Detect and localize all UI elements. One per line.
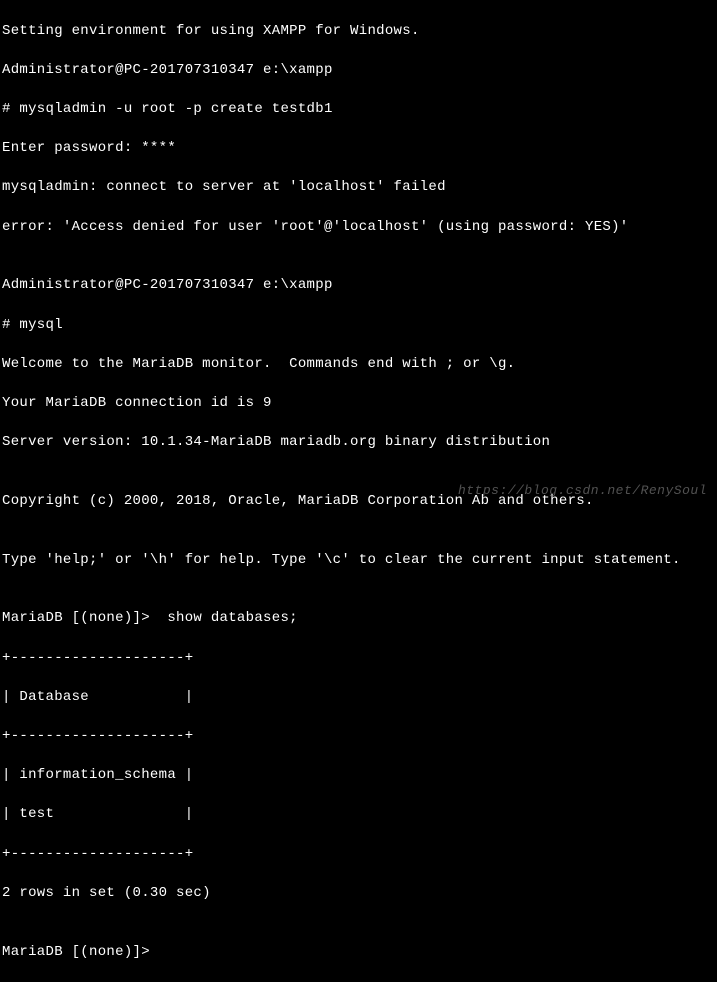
mariadb-prompt: MariaDB [(none)]> — [2, 943, 715, 963]
welcome-line: Welcome to the MariaDB monitor. Commands… — [2, 355, 715, 375]
command-line: # mysqladmin -u root -p create testdb1 — [2, 100, 715, 120]
table-row: | test | — [2, 805, 715, 825]
connection-id-line: Your MariaDB connection id is 9 — [2, 394, 715, 414]
error-line: mysqladmin: connect to server at 'localh… — [2, 178, 715, 198]
watermark-text: https://blog.csdn.net/RenySoul — [458, 482, 707, 500]
help-line: Type 'help;' or '\h' for help. Type '\c'… — [2, 551, 715, 571]
table-border: +--------------------+ — [2, 727, 715, 747]
env-message: Setting environment for using XAMPP for … — [2, 22, 715, 42]
server-version-line: Server version: 10.1.34-MariaDB mariadb.… — [2, 433, 715, 453]
result-summary: 2 rows in set (0.30 sec) — [2, 884, 715, 904]
table-row: | information_schema | — [2, 766, 715, 786]
prompt-line: Administrator@PC-201707310347 e:\xampp — [2, 276, 715, 296]
prompt-line: Administrator@PC-201707310347 e:\xampp — [2, 61, 715, 81]
command-line: # mysql — [2, 316, 715, 336]
mariadb-prompt: MariaDB [(none)]> show databases; — [2, 609, 715, 629]
table-border: +--------------------+ — [2, 845, 715, 865]
error-line: error: 'Access denied for user 'root'@'l… — [2, 218, 715, 238]
table-header: | Database | — [2, 688, 715, 708]
password-prompt: Enter password: **** — [2, 139, 715, 159]
table-border: +--------------------+ — [2, 649, 715, 669]
